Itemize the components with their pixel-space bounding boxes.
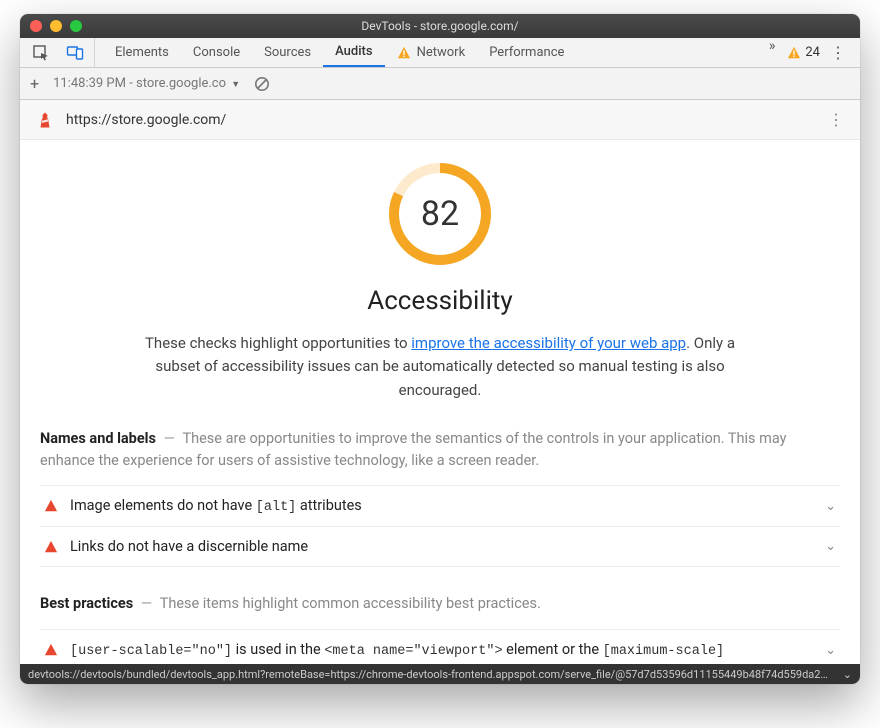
status-bar-text: devtools://devtools/bundled/devtools_app… — [28, 668, 828, 681]
tab-label: Sources — [264, 45, 311, 60]
audit-section: Names and labels — These are opportuniti… — [20, 428, 860, 568]
tab-label: Network — [417, 45, 466, 60]
tab-audits[interactable]: Audits — [323, 38, 384, 67]
audit-label: Image elements do not have [alt] attribu… — [70, 497, 813, 515]
tab-console[interactable]: Console — [181, 38, 252, 67]
tabs-right: 24 ⋮ — [779, 38, 854, 67]
clear-audit-button[interactable] — [254, 76, 270, 92]
score-description: These checks highlight opportunities to … — [130, 332, 750, 402]
warnings-badge[interactable]: 24 — [787, 45, 820, 60]
score-title: Accessibility — [20, 286, 860, 316]
audit-label: Links do not have a discernible name — [70, 538, 813, 555]
status-bar: devtools://devtools/bundled/devtools_app… — [20, 664, 860, 684]
tab-label: Console — [193, 45, 240, 60]
audit-list: [user-scalable="no"] is used in the <met… — [40, 629, 840, 664]
warning-icon — [787, 46, 801, 60]
tabs-list: Elements Console Sources Audits Network Perfo… — [95, 38, 765, 67]
tab-performance[interactable]: Performance — [477, 38, 576, 67]
devtools-tabs: Elements Console Sources Audits Network Perfo… — [20, 38, 860, 68]
devtools-window: DevTools - store.google.com/ Elements Con… — [20, 14, 860, 684]
new-audit-button[interactable]: + — [30, 74, 39, 93]
audit-item[interactable]: Links do not have a discernible name ⌄ — [40, 527, 840, 567]
chevron-down-icon: ⌄ — [825, 643, 836, 658]
fail-icon — [44, 643, 58, 657]
score-value: 82 — [386, 160, 494, 268]
score-desc-link[interactable]: improve the accessibility of your web ap… — [411, 334, 686, 352]
settings-kebab-icon[interactable]: ⋮ — [830, 43, 846, 62]
minimize-window-button[interactable] — [50, 20, 62, 32]
traffic-lights — [30, 20, 82, 32]
lighthouse-url-row: https://store.google.com/ ⋮ — [20, 100, 860, 140]
section-header: Best practices — These items highlight c… — [40, 593, 840, 615]
tab-label: Elements — [115, 45, 169, 60]
fail-icon — [44, 540, 58, 554]
fail-icon — [44, 499, 58, 513]
section-header: Names and labels — These are opportuniti… — [40, 428, 840, 472]
audit-run-selector[interactable]: 11:48:39 PM - store.google.co ▼ — [53, 76, 240, 91]
tab-label: Audits — [335, 44, 372, 59]
section-title: Best practices — [40, 595, 133, 612]
tab-network[interactable]: Network — [385, 38, 478, 67]
device-toolbar-icon[interactable] — [64, 42, 86, 64]
audit-run-label: 11:48:39 PM - store.google.co — [53, 76, 226, 91]
lighthouse-icon — [36, 111, 54, 129]
report-content: 82 Accessibility These checks highlight … — [20, 140, 860, 664]
tabs-left-tools — [26, 38, 95, 67]
window-titlebar: DevTools - store.google.com/ — [20, 14, 860, 38]
audit-list: Image elements do not have [alt] attribu… — [40, 485, 840, 567]
score-gauge: 82 — [386, 160, 494, 268]
section-title: Names and labels — [40, 430, 156, 447]
tab-elements[interactable]: Elements — [103, 38, 181, 67]
audited-url: https://store.google.com/ — [66, 112, 226, 128]
overflow-tabs-icon[interactable]: » — [765, 38, 780, 67]
warnings-count: 24 — [805, 45, 820, 60]
dropdown-icon: ▼ — [231, 80, 240, 90]
chevron-down-icon[interactable]: ⌄ — [835, 668, 852, 681]
audit-label: [user-scalable="no"] is used in the <met… — [70, 641, 813, 659]
inspect-element-icon[interactable] — [30, 42, 52, 64]
audit-item[interactable]: Image elements do not have [alt] attribu… — [40, 486, 840, 527]
clear-icon — [254, 76, 270, 92]
audit-item[interactable]: [user-scalable="no"] is used in the <met… — [40, 630, 840, 664]
chevron-down-icon: ⌄ — [825, 499, 836, 514]
audit-section: Best practices — These items highlight c… — [20, 593, 860, 664]
tab-sources[interactable]: Sources — [252, 38, 323, 67]
score-section: 82 Accessibility These checks highlight … — [20, 140, 860, 402]
audits-toolbar: + 11:48:39 PM - store.google.co ▼ — [20, 68, 860, 100]
window-title: DevTools - store.google.com/ — [20, 19, 860, 33]
section-subtitle: These items highlight common accessibili… — [160, 595, 541, 612]
zoom-window-button[interactable] — [70, 20, 82, 32]
close-window-button[interactable] — [30, 20, 42, 32]
warning-icon — [397, 46, 411, 60]
report-menu-icon[interactable]: ⋮ — [828, 110, 844, 129]
chevron-down-icon: ⌄ — [825, 539, 836, 554]
score-desc-prefix: These checks highlight opportunities to — [145, 334, 411, 352]
tab-label: Performance — [489, 45, 564, 60]
